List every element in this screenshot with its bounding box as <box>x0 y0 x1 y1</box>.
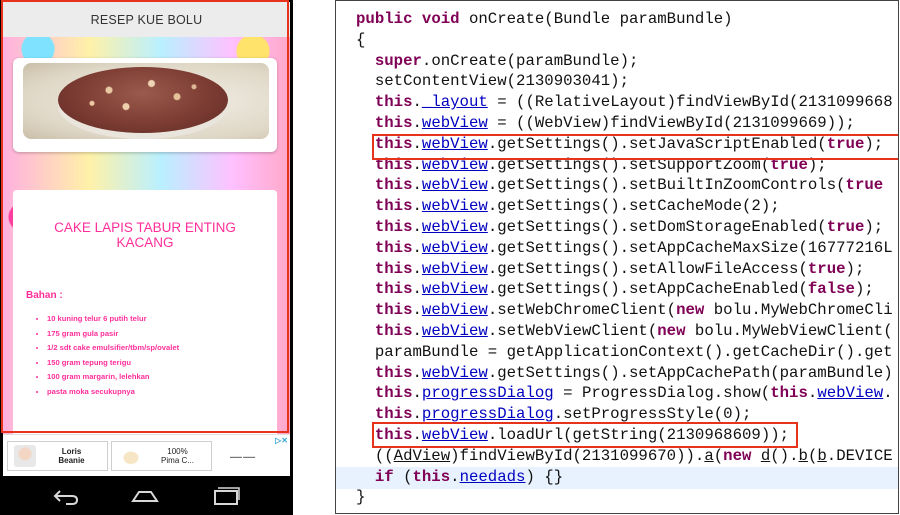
ingredients-list: 10 kuning telur 6 putih telur 175 gram g… <box>37 312 179 399</box>
code-line: public void onCreate(Bundle paramBundle) <box>356 10 733 28</box>
app-title: RESEP KUE BOLU <box>90 12 203 27</box>
code-line: this.webView.getSettings().setBuiltInZoo… <box>374 176 884 195</box>
recent-apps-icon[interactable] <box>212 485 240 507</box>
code-line: this.webView.loadUrl(getString(213096860… <box>374 426 790 444</box>
code-line: if (this.needads) {} <box>374 467 564 486</box>
android-nav-bar <box>0 477 293 515</box>
ad-thumbnail <box>14 445 36 467</box>
code-line: this.webView.getSettings().setAppCacheMa… <box>374 238 893 257</box>
ad-text: 100% Pima C... <box>144 447 211 465</box>
recipe-text-card: CAKE LAPIS TABUR ENTING KACANG Bahan : 1… <box>13 190 277 434</box>
webview-content[interactable]: CAKE LAPIS TABUR ENTING KACANG Bahan : 1… <box>3 37 290 434</box>
ad-text: Loris Beanie <box>36 447 107 465</box>
recipe-image-card <box>13 58 277 152</box>
adchoices-icon[interactable]: ▷✕ <box>275 436 288 445</box>
code-panel: public void onCreate(Bundle paramBundle)… <box>335 0 899 514</box>
cake-photo <box>23 63 269 139</box>
code-line: this.progressDialog.setProgressStyle(0); <box>374 405 752 424</box>
ingredients-label: Bahan : <box>26 290 63 301</box>
code-line: this._layout = ((RelativeLayout)findView… <box>374 93 893 112</box>
cake-image <box>58 67 228 133</box>
code-line: this.webView.setWebViewClient(new bolu.M… <box>374 322 893 340</box>
ingredient-item: pasta moka secukupnya <box>47 385 179 400</box>
ad-item-pima[interactable]: 100% Pima C... <box>111 441 212 471</box>
code-line: ((AdView)findViewById(2131099670)).a(new… <box>356 446 893 465</box>
recipe-title: CAKE LAPIS TABUR ENTING KACANG <box>54 220 236 250</box>
ingredient-item: 1/2 sdt cake emulsifier/tbm/sp/ovalet <box>47 341 179 356</box>
code-line: this.webView.setWebChromeClient(new bolu… <box>374 301 893 320</box>
code-line: this.webView = ((WebView)findViewById(21… <box>374 114 855 132</box>
ad-logo[interactable]: ▬▬▬ ▬▬▬ <box>215 441 279 471</box>
ad-text-line: 100% <box>167 447 188 456</box>
code-line: { <box>356 30 366 49</box>
ad-item-loris-beanie[interactable]: Loris Beanie <box>7 441 108 471</box>
code-line: super.onCreate(paramBundle); <box>374 51 639 70</box>
code-line: paramBundle = getApplicationContext().ge… <box>356 342 893 361</box>
code-line: this.webView.getSettings().setSupportZoo… <box>374 155 827 174</box>
code-line: setContentView(2130903041); <box>356 72 630 91</box>
ad-text-line: Loris <box>61 447 82 456</box>
code-line: this.webView.getSettings().setDomStorage… <box>374 218 884 236</box>
ad-logo-text: ▬▬▬ ▬▬▬ <box>230 453 256 459</box>
ad-text-line: Beanie <box>58 456 85 465</box>
ad-text-line: Pima C... <box>161 456 194 465</box>
ingredient-item: 150 gram tepung terigu <box>47 356 179 371</box>
code-line: } <box>356 488 366 507</box>
app-bar: RESEP KUE BOLU <box>3 2 290 37</box>
back-icon[interactable] <box>52 485 80 507</box>
ad-thumbnail <box>118 447 144 465</box>
code-line: this.progressDialog = ProgressDialog.sho… <box>374 384 893 403</box>
ingredient-item: 10 kuning telur 6 putih telur <box>47 312 179 327</box>
home-icon[interactable] <box>131 485 159 507</box>
ingredient-item: 100 gram margarin, lelehkan <box>47 370 179 385</box>
ad-banner[interactable]: Loris Beanie 100% Pima C... ▬▬▬ ▬▬▬ ▷✕ <box>3 434 290 476</box>
code-line: this.webView.getSettings().setAppCacheEn… <box>374 280 874 299</box>
phone-screenshot: RESEP KUE BOLU CAKE LAPIS TABUR ENTING K… <box>0 0 293 515</box>
ingredient-item: 175 gram gula pasir <box>47 327 179 342</box>
code-line: this.webView.getSettings().setJavaScript… <box>374 134 884 153</box>
code-line: this.webView.getSettings().setCacheMode(… <box>374 197 780 216</box>
code-line: this.webView.getSettings().setAppCachePa… <box>374 363 893 382</box>
code-line: this.webView.getSettings().setAllowFileA… <box>374 259 865 278</box>
